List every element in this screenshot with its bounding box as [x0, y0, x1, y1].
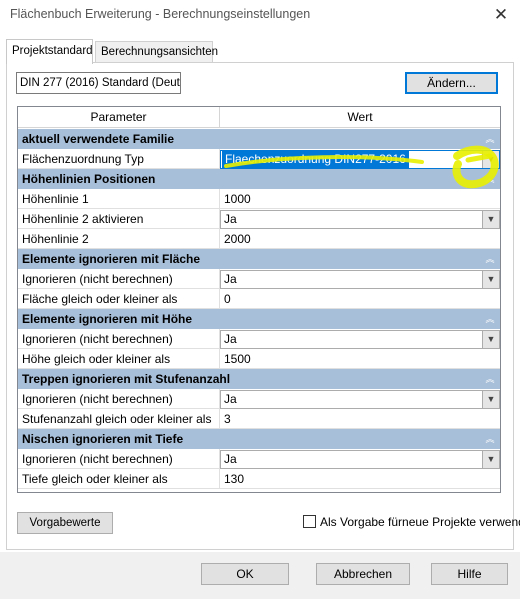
dropdown-value: Ja — [224, 392, 237, 406]
double-chevron-up-icon[interactable]: ︽ — [484, 313, 496, 325]
dropdown-value: Ja — [224, 452, 237, 466]
dropdown-value: Ja — [224, 212, 237, 226]
group-header[interactable]: Nischen ignorieren mit Tiefe ︽ — [18, 429, 500, 449]
standard-field[interactable]: DIN 277 (2016) Standard (Deutsc — [16, 72, 181, 94]
property-value[interactable]: 2000 — [221, 229, 500, 249]
property-name: Fläche gleich oder kleiner als — [18, 289, 220, 309]
chevron-down-icon[interactable]: ▼ — [482, 271, 499, 288]
close-icon[interactable]: ✕ — [486, 2, 516, 28]
double-chevron-up-icon[interactable]: ︽ — [484, 133, 496, 145]
chevron-down-icon[interactable]: ▼ — [482, 331, 499, 348]
property-name: Höhenlinie 2 aktivieren — [18, 209, 220, 229]
property-value[interactable]: 1000 — [221, 189, 500, 209]
property-value-dropdown[interactable]: Ja ▼ — [220, 330, 500, 349]
property-row: Ignorieren (nicht berechnen) Ja ▼ — [18, 449, 500, 469]
group-label: Höhenlinien Positionen — [22, 172, 156, 186]
use-as-default-checkbox-row[interactable]: Als Vorgabe fürneue Projekte verwend — [303, 514, 520, 532]
ok-button[interactable]: OK — [201, 563, 289, 585]
group-header[interactable]: Elemente ignorieren mit Fläche ︽ — [18, 249, 500, 269]
property-value[interactable]: 0 — [221, 289, 500, 309]
property-name: Flächenzuordnung Typ — [18, 149, 220, 169]
column-header-parameter[interactable]: Parameter — [18, 107, 220, 128]
chevron-down-icon[interactable]: ▼ — [482, 391, 499, 408]
cancel-button[interactable]: Abbrechen — [316, 563, 410, 585]
property-row: Höhenlinie 2 aktivieren Ja ▼ — [18, 209, 500, 229]
property-row: Ignorieren (nicht berechnen) Ja ▼ — [18, 329, 500, 349]
tab-projektstandard[interactable]: Projektstandard — [6, 39, 93, 64]
property-name: Ignorieren (nicht berechnen) — [18, 449, 220, 469]
grid-header: Parameter Wert — [18, 107, 500, 128]
property-value[interactable]: 1500 — [221, 349, 500, 369]
group-header[interactable]: aktuell verwendete Familie ︽ — [18, 129, 500, 149]
property-name: Höhenlinie 1 — [18, 189, 220, 209]
property-row: Stufenanzahl gleich oder kleiner als 3 — [18, 409, 500, 429]
tab-strip: Projektstandard Berechnungsansichten — [0, 39, 520, 64]
property-name: Tiefe gleich oder kleiner als — [18, 469, 220, 489]
property-value[interactable]: 130 — [221, 469, 500, 489]
property-value-dropdown[interactable]: Ja ▼ — [220, 270, 500, 289]
tab-berechnungsansichten[interactable]: Berechnungsansichten — [95, 41, 218, 63]
group-label: Treppen ignorieren mit Stufenanzahl — [22, 372, 231, 386]
property-name: Ignorieren (nicht berechnen) — [18, 269, 220, 289]
property-row: Tiefe gleich oder kleiner als 130 — [18, 469, 500, 489]
property-row: Flächenzuordnung Typ Flaechenzuordnung DI… — [18, 149, 500, 169]
use-as-default-checkbox[interactable] — [303, 515, 316, 528]
property-name: Ignorieren (nicht berechnen) — [18, 389, 220, 409]
property-row: Fläche gleich oder kleiner als 0 — [18, 289, 500, 309]
dropdown-value: Ja — [224, 272, 237, 286]
property-row: Höhe gleich oder kleiner als 1500 — [18, 349, 500, 369]
property-value-dropdown[interactable]: Ja ▼ — [220, 390, 500, 409]
defaults-button[interactable]: Vorgabewerte — [17, 512, 113, 534]
property-row: Ignorieren (nicht berechnen) Ja ▼ — [18, 269, 500, 289]
property-name: Höhenlinie 2 — [18, 229, 220, 249]
change-button[interactable]: Ändern... — [405, 72, 498, 94]
group-header[interactable]: Höhenlinien Positionen ︽ — [18, 169, 500, 189]
property-name: Stufenanzahl gleich oder kleiner als — [18, 409, 220, 429]
dropdown-value: Ja — [224, 332, 237, 346]
title-bar: Flächenbuch Erweiterung - Berechnungsein… — [0, 0, 520, 30]
double-chevron-up-icon[interactable]: ︽ — [484, 173, 496, 185]
property-row: Höhenlinie 2 2000 — [18, 229, 500, 249]
property-row: Höhenlinie 1 1000 — [18, 189, 500, 209]
column-header-value[interactable]: Wert — [220, 107, 500, 128]
use-as-default-label: Als Vorgabe fürneue Projekte verwend — [320, 515, 520, 529]
chevron-down-icon[interactable]: ▼ — [482, 211, 499, 228]
property-value-dropdown[interactable]: Ja ▼ — [220, 450, 500, 469]
property-name: Höhe gleich oder kleiner als — [18, 349, 220, 369]
double-chevron-up-icon[interactable]: ︽ — [484, 253, 496, 265]
double-chevron-up-icon[interactable]: ︽ — [484, 433, 496, 445]
group-label: aktuell verwendete Familie — [22, 132, 175, 146]
group-header[interactable]: Elemente ignorieren mit Höhe ︽ — [18, 309, 500, 329]
property-value-dropdown[interactable]: Flaechenzuordnung DIN277-2016 ▼ — [220, 150, 500, 169]
property-row: Ignorieren (nicht berechnen) Ja ▼ — [18, 389, 500, 409]
group-label: Nischen ignorieren mit Tiefe — [22, 432, 184, 446]
property-value[interactable]: 3 — [221, 409, 500, 429]
double-chevron-up-icon[interactable]: ︽ — [484, 373, 496, 385]
property-value-dropdown[interactable]: Ja ▼ — [220, 210, 500, 229]
group-label: Elemente ignorieren mit Fläche — [22, 252, 201, 266]
help-button[interactable]: Hilfe — [431, 563, 508, 585]
group-label: Elemente ignorieren mit Höhe — [22, 312, 193, 326]
property-grid[interactable]: Parameter Wert aktuell verwendete Famili… — [17, 106, 501, 493]
dropdown-value: Flaechenzuordnung DIN277-2016 — [222, 151, 409, 168]
property-name: Ignorieren (nicht berechnen) — [18, 329, 220, 349]
group-header[interactable]: Treppen ignorieren mit Stufenanzahl ︽ — [18, 369, 500, 389]
chevron-down-icon[interactable]: ▼ — [482, 151, 499, 168]
window-title: Flächenbuch Erweiterung - Berechnungsein… — [10, 7, 311, 21]
chevron-down-icon[interactable]: ▼ — [482, 451, 499, 468]
